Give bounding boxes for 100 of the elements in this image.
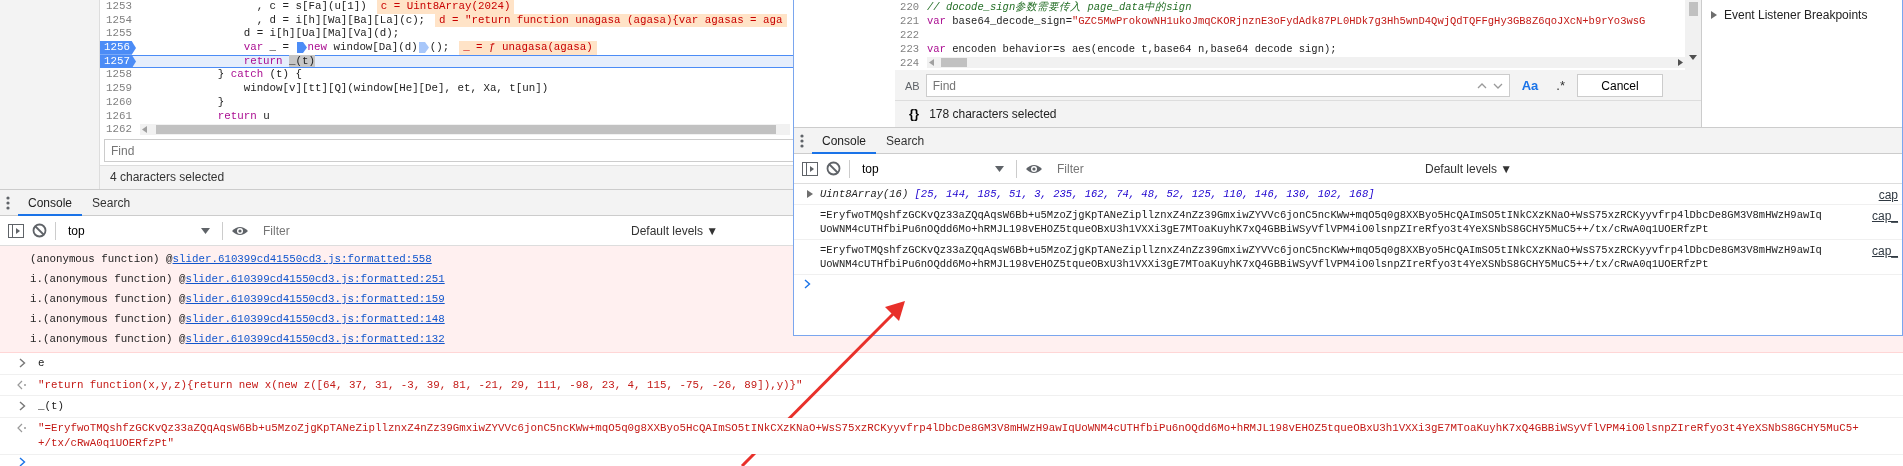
source-link[interactable]: slider.610399cd41550cd3.js:formatted:558 — [172, 249, 432, 269]
code-text: d = i[h][Ua][Ma][Va](d); — [243, 27, 400, 42]
line-number[interactable]: 1257 — [100, 54, 136, 69]
result-text: "=EryfwoTMQshfzGCKvQz33aZQqAqsW6Bb+u5MzoZjgKpTANeZipllznxZ4nZz39GmxiwZYVVc6jonC5ncKWw+mqO5q0g8XXByo5HcQAImSO5tINkCXzKNaO+WsS75xzRCKyyvfrp4lDbcDe8GM3V8mHWzH9awIqUoWNM4cUTHfbiPu6nOQdd6Mo+hRMJL198vEHOZ5tqueOBxU3h1VXXi3gE7MToaKuyhK7xQ4GBBiWSyVflVPM4iO0lsnpZIreRfyo3t4YeXSNbS8GCHY5MuC5+ +/tx/cRwA0q1UOERfzPt" — [38, 417, 1859, 454]
scrollbar-thumb[interactable] — [156, 125, 776, 135]
result-arrow-icon — [17, 422, 27, 433]
stack-function: i.(anonymous function) — [30, 332, 173, 347]
cancel-button[interactable]: Cancel — [1577, 74, 1663, 98]
code-text: } catch (t) { — [217, 68, 303, 83]
log-message: =EryfwoTMQshfzGCKvQz33aZQqAqsW6Bb+u5MzoZjgKpTANeZipllznxZ4nZz39GmxiwZYVVc6jonC5ncKWw+mqO5q0g8XXByo5HcQAImSO5tINkCXzKNaO+WsS75xzRCKyyvfrp4lDbcDe8GM3V8mHWzH9awIq UoWNM4cUTHfbiPu6nOQdd6Mo+hRMJL198vEHOZ5tqueOBxU3h1VXXi3gE7MToaKuyhK7xQ4GBBiWSyVflVPM4iO0lsnpZIreRfyo3t4YeXSNbS8GCHY5MuC5++/tx/cRwA0q1UOERfzPt — [820, 208, 1823, 236]
at-symbol: @ — [179, 272, 186, 287]
breakpoint-marker-icon[interactable] — [296, 42, 307, 54]
line-number[interactable]: 1253 — [100, 0, 136, 14]
scroll-left-icon[interactable] — [927, 58, 937, 67]
line-number[interactable]: 221 — [895, 14, 923, 28]
selection-status: 178 characters selected — [929, 105, 1057, 123]
prompt-chevron-icon — [804, 279, 811, 289]
code-text: // docode_sign参数需要传入 page_data中的sign — [927, 0, 1192, 14]
expand-triangle-icon[interactable] — [806, 190, 814, 198]
prompt-chevron-icon — [18, 358, 26, 368]
more-icon[interactable] — [6, 195, 10, 210]
pretty-print-button[interactable]: {} — [909, 104, 920, 124]
panel-tab[interactable]: Console — [812, 127, 877, 154]
scrollbar-track[interactable] — [927, 57, 1685, 68]
levels-dropdown[interactable]: Default levels ▼ — [1419, 158, 1519, 179]
find-field[interactable]: Find — [104, 139, 794, 163]
at-symbol: @ — [179, 292, 186, 307]
match-case-toggle[interactable]: Aa — [1515, 76, 1545, 96]
line-number[interactable]: 1258 — [100, 68, 136, 83]
line-number[interactable]: 224 — [895, 56, 923, 70]
clear-icon[interactable] — [826, 161, 841, 176]
scrollbar-track[interactable] — [1685, 0, 1701, 71]
expand-triangle-icon[interactable] — [1710, 11, 1718, 19]
scroll-left-icon[interactable] — [140, 125, 150, 135]
stack-function: (anonymous function) — [30, 252, 160, 267]
panel-tab[interactable]: Console — [18, 189, 83, 216]
inline-value: _ = ƒ unagasa(agasa) — [459, 41, 597, 55]
more-icon[interactable] — [800, 133, 804, 148]
line-number[interactable]: 1256 — [100, 41, 136, 55]
sidebar-toggle-icon[interactable] — [802, 161, 818, 176]
log-message: =EryfwoTMQshfzGCKvQz33aZQqAqsW6Bb+u5MzoZjgKpTANeZipllznxZ4nZz39GmxiwZYVVc6jonC5ncKWw+mqO5q0g8XXByo5HcQAImSO5tINkCXzKNaO+WsS75xzRCKyyvfrp4lDbcDe8GM3V8mHWzH9awIq UoWNM4cUTHfbiPu6nOQdd6Mo+hRMJL198vEHOZ5tqueOBxU3h1VXXi3gE7MToaKuyhK7xQ4GBBiWSyVflVPM4iO0lsnpZIreRfyo3t4YeXSNbS8GCHY5MuC5++/tx/cRwA0q1UOERfzPt — [820, 243, 1823, 271]
line-number[interactable]: 1259 — [100, 82, 136, 96]
inline-value: c = Uint8Array(2024) — [376, 0, 515, 14]
result-arrow-icon — [17, 379, 27, 390]
regex-toggle[interactable]: .* — [1550, 76, 1571, 96]
inline-value: d = "return function unagasa (agasa){var agasas = aga — [435, 13, 787, 28]
code-text: var base64_decode_sign="GZC5MwProkowNH1ukoJmqCKORjnznE3oFydAdk87PL0HDk7g3Hh5wnD4QwjQdTQFFgHy3GB8Z6qoJXcN+b9rYo3wsG — [927, 14, 1646, 28]
input-text: _(t) — [38, 399, 64, 414]
sidebar-item[interactable]: Event Listener Breakpoints — [1724, 6, 1868, 24]
breakpoint-marker-icon[interactable] — [418, 42, 429, 54]
line-number[interactable]: 1261 — [100, 109, 136, 124]
scrollbar-track[interactable] — [140, 124, 790, 136]
code-text: , d = i[h][Wa][Ba][La](c); — [256, 13, 426, 28]
source-link[interactable]: slider.610399cd41550cd3.js:formatted:251 — [185, 269, 445, 289]
stack-function: i.(anonymous function) — [30, 272, 173, 287]
stack-function: i.(anonymous function) — [30, 292, 173, 307]
selection-status: 4 characters selected — [110, 169, 225, 187]
line-number[interactable]: 222 — [895, 28, 923, 42]
scroll-down-icon[interactable] — [1689, 55, 1697, 61]
source-link[interactable]: slider.610399cd41550cd3.js:formatted:148 — [185, 309, 445, 329]
panel-tab[interactable]: Search — [82, 189, 141, 216]
prompt-chevron-icon — [18, 401, 26, 411]
code-text: var encoden behavior=s aes(encode t,base64 n,base64 decode sign); — [927, 42, 1337, 56]
at-symbol: @ — [179, 332, 186, 347]
line-number[interactable]: 1262 — [100, 123, 136, 137]
sidebar-toggle-icon[interactable] — [8, 223, 24, 238]
source-link[interactable]: cap_ — [1871, 240, 1898, 260]
at-symbol: @ — [166, 252, 173, 267]
input-text: e — [38, 356, 45, 371]
source-link[interactable]: slider.610399cd41550cd3.js:formatted:132 — [185, 329, 445, 349]
levels-dropdown[interactable]: Default levels ▼ — [625, 220, 725, 241]
clear-icon[interactable] — [32, 223, 47, 238]
line-number[interactable]: 1254 — [100, 13, 136, 28]
replace-toggle[interactable]: AB — [899, 77, 926, 95]
stack-function: i.(anonymous function) — [30, 312, 173, 327]
source-link[interactable]: cap_ — [1871, 205, 1898, 225]
panel-tab[interactable]: Search — [876, 127, 935, 154]
code-text: } — [217, 95, 225, 110]
line-number[interactable]: 1260 — [100, 95, 136, 110]
prompt-chevron-icon — [18, 456, 26, 466]
code-text: window[v][tt][Q](window[He][De], et, Xa, t[un]) — [243, 82, 549, 96]
code-text: , c = s[Fa](u[1]) — [256, 0, 367, 14]
line-number[interactable]: 220 — [895, 0, 923, 14]
source-link[interactable]: cap — [1878, 184, 1898, 204]
context-select[interactable]: top — [858, 159, 1008, 178]
at-symbol: @ — [179, 312, 186, 327]
eye-icon[interactable] — [1025, 162, 1043, 175]
scrollbar-thumb[interactable] — [1688, 2, 1698, 16]
scrollbar-thumb[interactable] — [941, 58, 967, 67]
eye-icon[interactable] — [231, 224, 249, 237]
code-text: return _(t) — [243, 54, 315, 69]
scroll-right-icon[interactable] — [1675, 58, 1685, 67]
array-values: [25, 144, 185, 51, 3, 235, 162, 74, 48, 52, 125, 110, 146, 130, 102, 168] — [914, 188, 1375, 200]
code-text: (); — [429, 41, 450, 55]
code-text: new window[Da](d) — [307, 41, 418, 55]
context-select[interactable]: top — [64, 221, 214, 240]
line-number[interactable]: 1255 — [100, 27, 136, 42]
line-number[interactable]: 223 — [895, 42, 923, 56]
source-link[interactable]: slider.610399cd41550cd3.js:formatted:159 — [185, 289, 445, 309]
caret-icon — [201, 227, 210, 234]
